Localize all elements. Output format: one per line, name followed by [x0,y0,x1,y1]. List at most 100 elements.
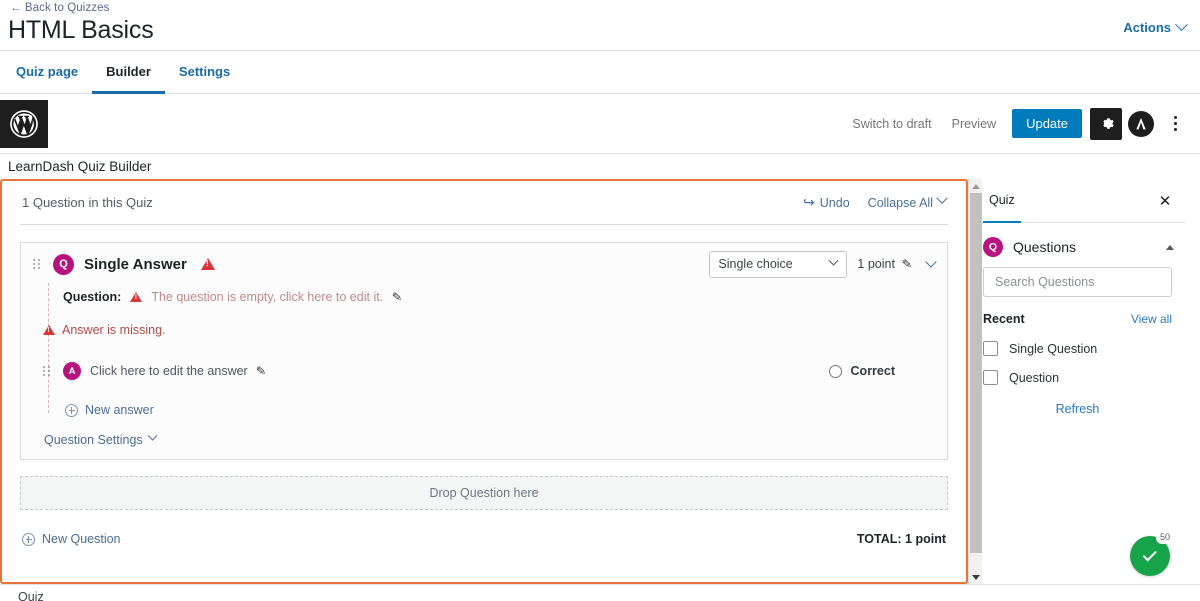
warning-triangle-icon [43,325,55,335]
builder-tabbar: Quiz page Builder Settings [0,50,1200,94]
bottom-breadcrumb-bar: Quiz [0,584,1200,601]
pencil-icon[interactable]: ✎ [392,290,403,305]
sidebar-tab-quiz[interactable]: Quiz [983,180,1021,223]
question-dropzone[interactable]: Drop Question here [20,476,948,510]
checkbox[interactable] [983,370,998,385]
view-all-link[interactable]: View all [1131,312,1172,326]
total-points-label: TOTAL: 1 point [856,532,946,546]
builder-footer: New Question TOTAL: 1 point [20,532,948,546]
question-header: Q Single Answer Single choice 1 point ✎ [21,243,947,285]
seo-score-widget[interactable]: 50 [1130,532,1174,576]
scrollbar-thumb[interactable] [970,193,982,553]
dropzone-label: Drop Question here [429,486,539,500]
pencil-icon[interactable]: ✎ [901,257,912,272]
scroll-up-button[interactable] [969,179,982,193]
recent-label: Recent [983,312,1025,326]
question-title[interactable]: Single Answer [84,256,187,273]
question-settings-toggle[interactable]: Question Settings [44,430,158,447]
question-type-select[interactable]: Single choice [709,250,848,278]
new-answer-button[interactable]: New answer [21,403,947,417]
correct-label: Correct [850,364,895,378]
builder-panel-title: LearnDash Quiz Builder [0,154,1200,179]
question-points-label: 1 point [857,257,895,271]
check-icon [1142,546,1157,561]
checkbox[interactable] [983,341,998,356]
warning-triangle-icon [200,258,215,270]
caret-up-icon[interactable] [1166,244,1174,250]
chevron-down-icon [828,255,839,266]
drag-handle-icon[interactable] [33,259,45,269]
chevron-down-icon [936,192,948,204]
back-to-quizzes-link[interactable]: ← Back to Quizzes [10,2,109,14]
question-card: Q Single Answer Single choice 1 point ✎ [20,242,948,460]
kebab-menu-icon[interactable] [1160,109,1190,139]
tab-settings[interactable]: Settings [165,52,244,94]
question-row: Question: The question is empty, click h… [21,285,947,309]
list-item[interactable]: Question [969,363,1186,392]
collapse-all-label: Collapse All [867,195,933,210]
question-label: Question: [63,290,122,304]
pencil-icon[interactable]: ✎ [255,364,266,379]
question-collapse-toggle[interactable] [925,256,937,268]
question-settings-label: Question Settings [44,433,143,447]
question-count-label: 1 Question in this Quiz [22,195,153,210]
actions-label: Actions [1123,20,1171,35]
question-empty-text[interactable]: The question is empty, click here to edi… [151,290,383,304]
undo-button[interactable]: ↩ Undo [803,194,850,211]
refresh-link[interactable]: Refresh [969,402,1186,416]
learndash-logo-icon[interactable] [1128,110,1154,137]
answer-text[interactable]: Click here to edit the answer [90,364,248,378]
search-questions-field[interactable] [983,267,1172,297]
answer-row: A Click here to edit the answer ✎ Correc… [21,359,947,383]
wordpress-editor-toolbar: Switch to draft Preview Update [0,94,1200,154]
close-icon[interactable]: ✕ [1152,188,1178,214]
recent-header: Recent View all [969,297,1186,334]
gear-icon[interactable] [1090,107,1122,140]
answer-badge: A [63,362,81,380]
caret-down-icon [971,574,980,580]
search-input[interactable] [993,274,1162,290]
sidebar-header: Quiz ✕ [969,179,1186,223]
new-question-button[interactable]: New Question [22,532,121,546]
breadcrumb: Quiz [18,590,44,601]
sidebar-questions-section-header: Q Questions [969,223,1186,267]
tab-builder[interactable]: Builder [92,52,165,94]
new-answer-label: New answer [85,403,154,417]
list-item-label: Question [1009,370,1060,385]
correct-radio[interactable] [828,364,842,378]
correct-answer-toggle[interactable]: Correct [828,364,947,378]
questions-section-title: Questions [1013,239,1077,255]
quiz-builder-pane: 1 Question in this Quiz ↩ Undo Collapse … [0,179,968,584]
undo-label: Undo [819,195,850,210]
caret-up-icon [971,183,980,189]
plus-circle-icon [65,403,78,417]
preview-button[interactable]: Preview [942,117,1006,131]
warning-triangle-icon [130,292,143,302]
drag-handle-icon[interactable] [43,366,55,376]
actions-button[interactable]: Actions [1123,18,1188,35]
builder-body: 1 Question in this Quiz ↩ Undo Collapse … [0,179,1200,584]
update-button[interactable]: Update [1012,109,1082,138]
chevron-down-icon [1175,18,1188,32]
question-points[interactable]: 1 point ✎ [857,257,912,272]
editor-actions: Switch to draft Preview Update [842,107,1200,140]
new-question-label: New Question [42,532,121,546]
list-item-label: Single Question [1009,341,1098,356]
plus-circle-icon [22,532,35,546]
answer-missing-text: Answer is missing. [62,323,166,337]
tab-quiz-page[interactable]: Quiz page [2,52,92,94]
question-badge: Q [53,253,74,275]
question-connector-line [48,283,49,413]
quiz-sidebar: Quiz ✕ Q Questions Recent View all Singl… [968,179,1186,584]
page-title: HTML Basics [8,16,154,44]
question-type-value: Single choice [718,257,793,271]
wordpress-logo-icon[interactable] [0,99,48,148]
collapse-all-button[interactable]: Collapse All [867,192,948,210]
switch-to-draft-button[interactable]: Switch to draft [842,117,941,131]
vertical-scrollbar[interactable] [968,179,982,584]
answer-missing-row: Answer is missing. [21,323,947,337]
questions-badge: Q [983,237,1003,257]
list-item[interactable]: Single Question [969,334,1186,363]
scroll-down-button[interactable] [969,570,982,584]
admin-header: ← Back to Quizzes HTML Basics Actions [0,0,1200,50]
